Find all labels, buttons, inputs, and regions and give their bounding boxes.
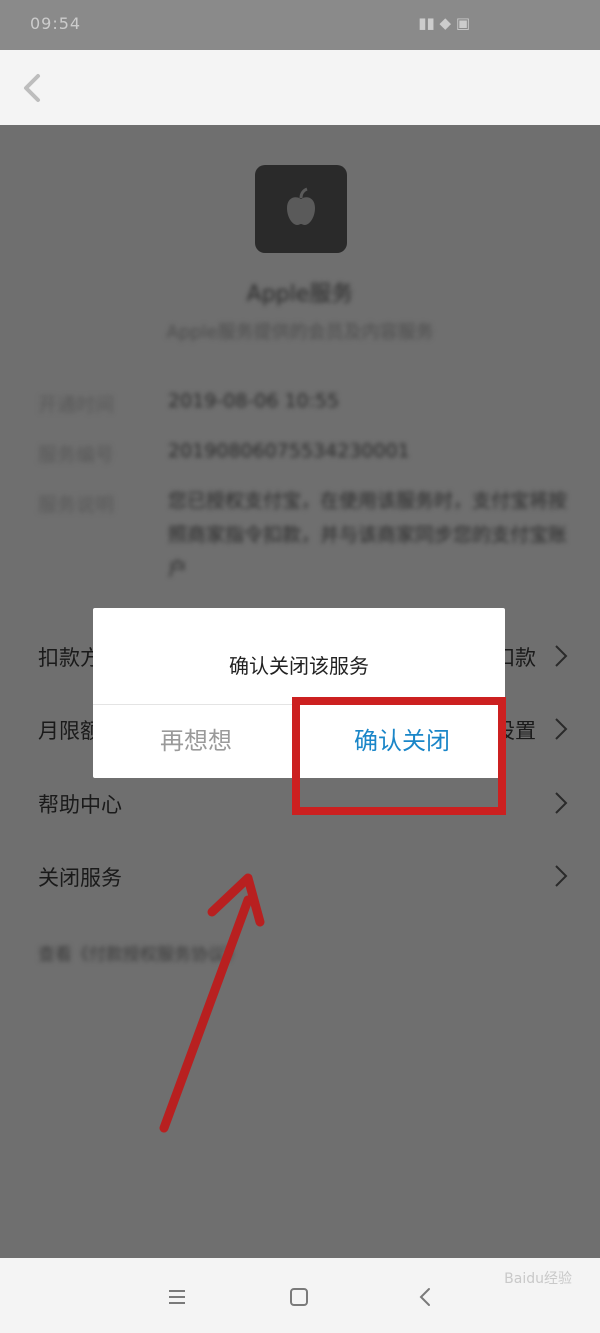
back-button[interactable]: [14, 66, 54, 110]
home-icon[interactable]: [284, 1282, 314, 1312]
back-icon[interactable]: [410, 1282, 440, 1312]
red-arrow-icon: [159, 873, 265, 1133]
detail-value: 20190806075534230001: [168, 440, 410, 462]
watermark: Baidu经验: [504, 1271, 572, 1287]
menu-icon[interactable]: [162, 1282, 192, 1312]
service-name: Apple服务: [246, 282, 354, 307]
detail-label: 开通时间: [38, 394, 115, 416]
chevron-left-icon: [24, 74, 40, 102]
menu-row-close-service[interactable]: 关闭服务: [0, 840, 600, 910]
status-bar: 09:54 ▮▮ ◆ ▣: [0, 0, 600, 50]
detail-value: 2019-08-06 10:55: [168, 390, 340, 412]
highlight-box: [292, 697, 506, 815]
detail-label: 服务编号: [38, 444, 115, 466]
chevron-right-icon: [555, 865, 568, 887]
detail-value: 您已授权支付宝，在使用该服务时，支付宝将按照商家指令扣款，并与该商家同步您的支付…: [168, 490, 568, 580]
service-subtitle: Apple服务提供的会员及内容服务: [166, 322, 434, 343]
menu-row-label: 月限额: [38, 719, 101, 743]
chevron-right-icon: [555, 792, 568, 814]
menu-row-label: 关闭服务: [38, 866, 122, 890]
status-time: 09:54: [30, 14, 82, 33]
apple-logo: [255, 165, 347, 253]
dialog-title: 确认关闭该服务: [229, 654, 369, 678]
navigation-bar: [0, 50, 600, 125]
chevron-right-icon: [555, 645, 568, 667]
detail-label: 服务说明: [38, 494, 115, 516]
cancel-button[interactable]: 再想想: [93, 705, 299, 778]
menu-row-label: 帮助中心: [38, 793, 122, 817]
system-navigation-bar: Baidu经验: [0, 1258, 600, 1333]
status-icons: ▮▮ ◆ ▣: [418, 14, 470, 32]
apple-icon: [287, 187, 315, 225]
chevron-right-icon: [555, 718, 568, 740]
